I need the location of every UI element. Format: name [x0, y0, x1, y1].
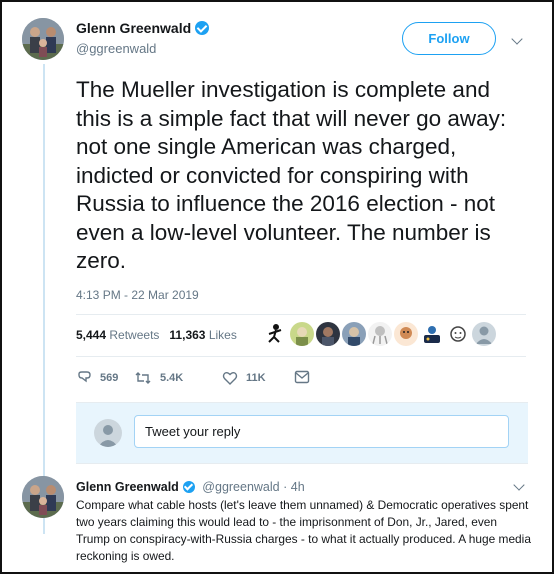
retweets-label: Retweets: [109, 328, 160, 342]
author-name[interactable]: Glenn Greenwald: [76, 20, 210, 36]
likes-stat[interactable]: 11,363 Likes: [169, 328, 236, 342]
chevron-down-icon[interactable]: [511, 33, 523, 45]
reply-author-handle[interactable]: @ggreenwald: [202, 480, 279, 494]
liker-avatar[interactable]: [472, 322, 496, 346]
thread-line: [43, 64, 45, 534]
tweet-stats: 5,444 Retweets 11,363 Likes: [76, 328, 237, 342]
reply-icon: [78, 371, 91, 383]
reply-text: Compare what cable hosts (let's leave th…: [76, 498, 531, 563]
message-icon: [294, 370, 310, 384]
retweet-action[interactable]: 5.4K: [134, 370, 183, 386]
like-count: 11K: [246, 372, 266, 384]
tweet-actions: 569 5.4K 11K: [76, 370, 336, 390]
user-avatar: [94, 419, 122, 447]
liker-avatar[interactable]: [368, 322, 392, 346]
chevron-down-icon[interactable]: [513, 479, 525, 491]
liker-avatar[interactable]: [420, 322, 444, 346]
reply-composer: Tweet your reply: [76, 402, 528, 464]
retweets-stat[interactable]: 5,444 Retweets: [76, 328, 159, 342]
like-action[interactable]: 11K: [222, 370, 266, 386]
divider: [76, 314, 526, 315]
reply-author-name[interactable]: Glenn Greenwald: [76, 480, 179, 494]
retweet-icon: [135, 372, 151, 384]
verified-badge-icon: [182, 481, 195, 493]
liker-avatar[interactable]: [316, 322, 340, 346]
follow-button[interactable]: Follow: [402, 22, 496, 55]
author-handle[interactable]: @ggreenwald: [76, 41, 156, 56]
reply-time[interactable]: 4h: [291, 480, 305, 494]
tweet-text: The Mueller investigation is complete an…: [76, 77, 507, 273]
liker-avatar[interactable]: [342, 322, 366, 346]
divider: [76, 356, 526, 357]
author-name-text[interactable]: Glenn Greenwald: [76, 20, 191, 36]
author-avatar[interactable]: [22, 18, 64, 60]
liker-avatar[interactable]: [264, 322, 288, 346]
retweet-count: 5.4K: [160, 372, 184, 384]
verified-badge-icon: [195, 21, 210, 35]
tweet-timestamp[interactable]: 4:13 PM - 22 Mar 2019: [76, 288, 199, 302]
retweets-count: 5,444: [76, 328, 107, 342]
reply-author-avatar[interactable]: [22, 476, 64, 518]
likes-label: Likes: [208, 328, 237, 342]
reply-action[interactable]: 569: [76, 370, 118, 386]
direct-message-action[interactable]: [294, 370, 318, 384]
reply-input[interactable]: Tweet your reply: [134, 415, 509, 448]
liker-avatar[interactable]: [394, 322, 418, 346]
heart-icon: [222, 372, 238, 385]
liker-avatar[interactable]: [446, 322, 470, 346]
likes-count: 11,363: [169, 328, 206, 342]
reply-separator: ·: [283, 480, 288, 494]
tweet-card: Glenn Greenwald @ggreenwald Follow The M…: [0, 0, 554, 574]
reply-count: 569: [100, 372, 119, 384]
reply-header: Glenn Greenwald @ggreenwald · 4h: [76, 480, 305, 494]
liker-avatar[interactable]: [290, 322, 314, 346]
